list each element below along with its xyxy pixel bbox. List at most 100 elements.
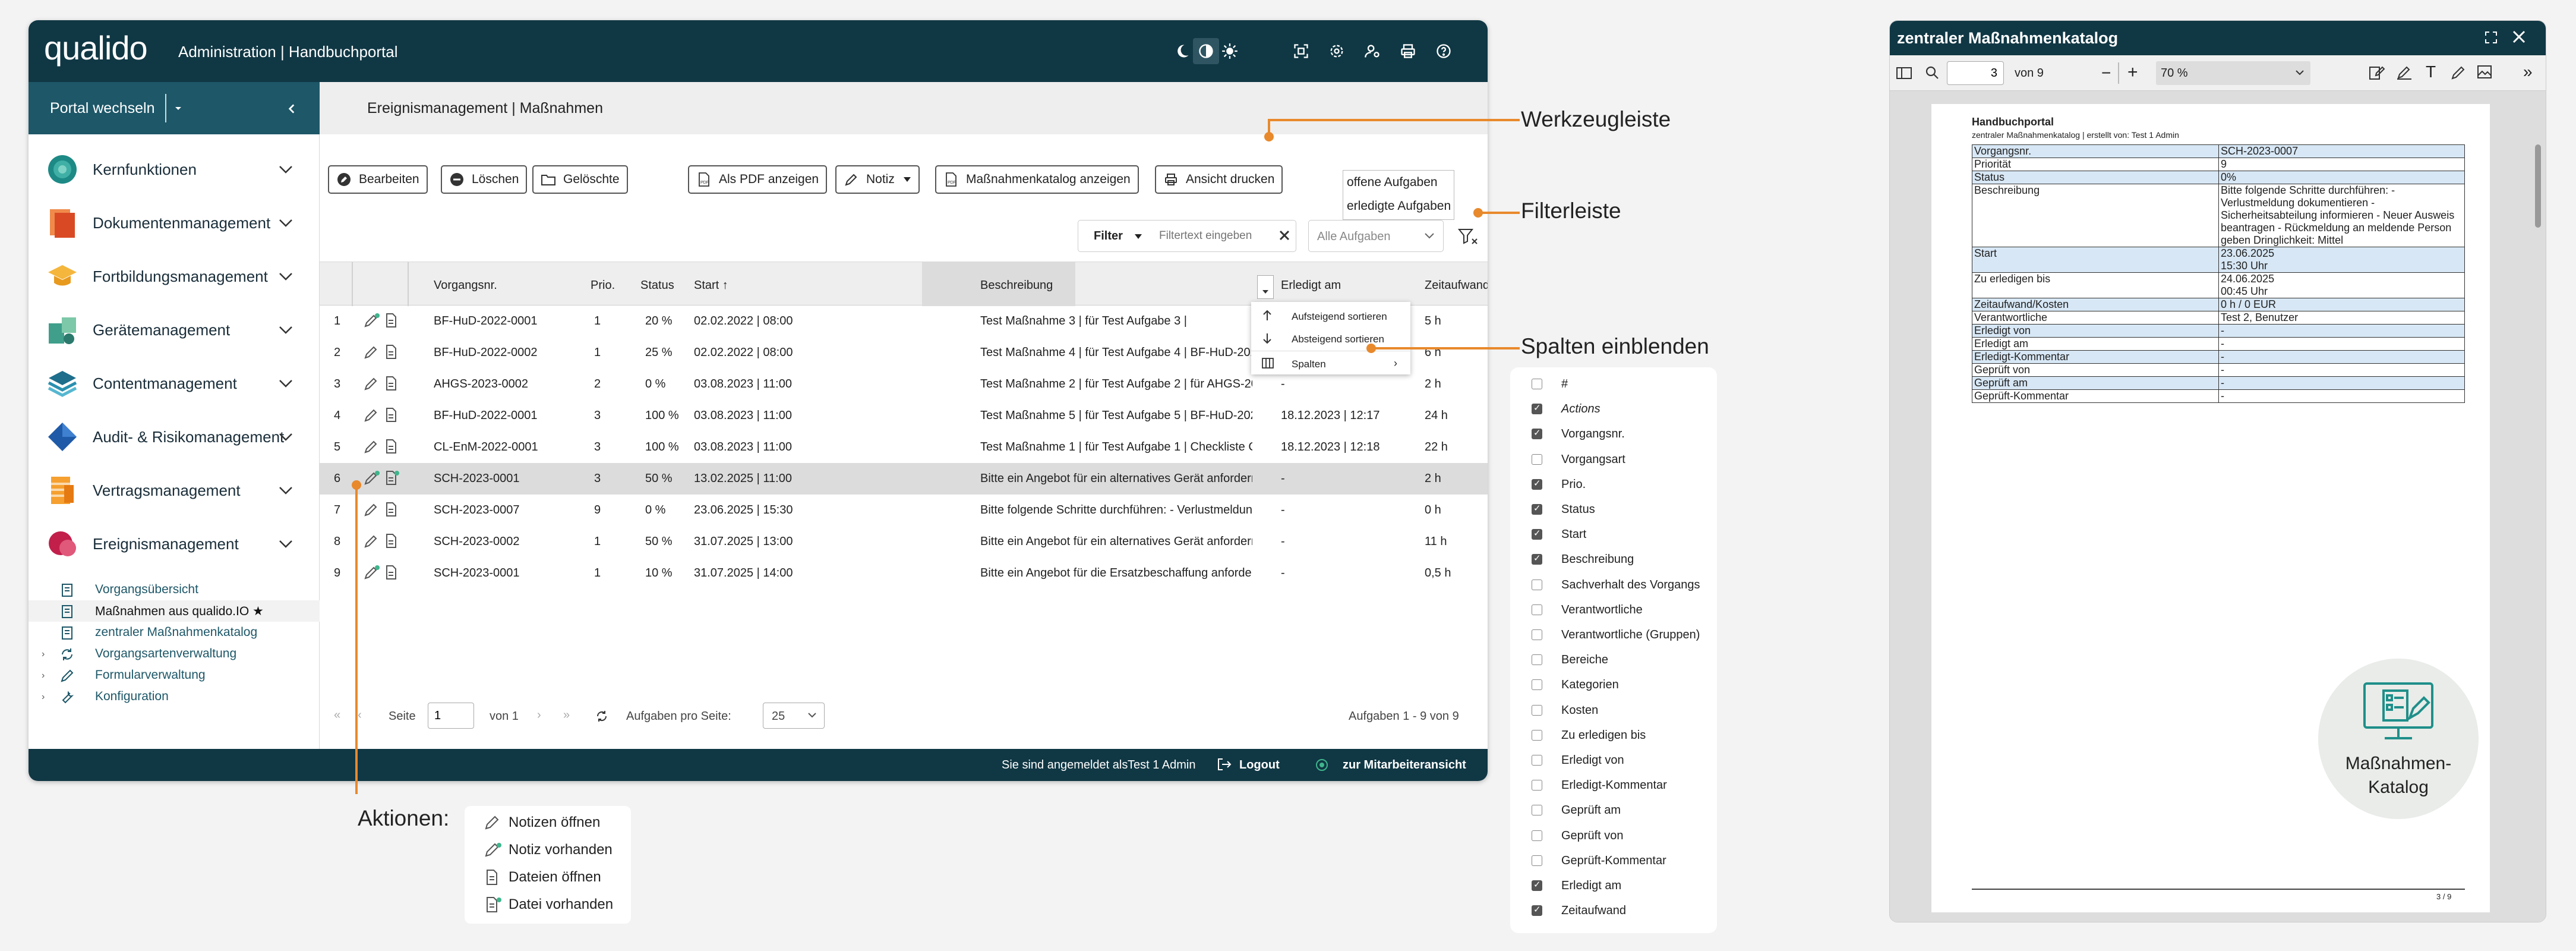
- checkbox[interactable]: [1532, 780, 1542, 791]
- column-toggle[interactable]: Vorgangsart: [1532, 448, 1710, 473]
- column-toggle[interactable]: Geprüft von: [1532, 824, 1710, 849]
- checkbox[interactable]: [1532, 579, 1542, 590]
- column-toggle[interactable]: #: [1532, 372, 1710, 397]
- subnav-zentraler-massnahmenkatalog[interactable]: zentraler Maßnahmenkatalog: [29, 622, 320, 643]
- column-menu-button[interactable]: [1257, 275, 1274, 299]
- sidebar-toggle-icon[interactable]: [1896, 66, 1912, 80]
- first-page-icon[interactable]: «: [334, 708, 340, 722]
- filter-icon[interactable]: [1458, 227, 1478, 246]
- logout-link[interactable]: Logout: [1239, 758, 1280, 772]
- checkbox[interactable]: [1532, 402, 1542, 415]
- checkbox[interactable]: [1532, 454, 1542, 465]
- close-icon[interactable]: [2511, 29, 2527, 45]
- status-list[interactable]: offene Aufgaben erledigte Aufgaben: [1343, 170, 1454, 220]
- table-row[interactable]: 8 SCH-2023-0002 1 50 % 31.07.2025 | 13:00 Bit…: [320, 526, 1488, 558]
- file-icon[interactable]: [384, 565, 400, 580]
- chevron-down-icon[interactable]: [278, 485, 293, 496]
- zoom-select[interactable]: 70 %: [2156, 61, 2310, 85]
- deleted-button[interactable]: Gelöschte: [532, 165, 628, 194]
- caret-down-icon[interactable]: [1134, 234, 1142, 240]
- sun-icon[interactable]: [1217, 38, 1243, 64]
- chevron-right-icon[interactable]: ›: [42, 692, 45, 703]
- show-pdf-button[interactable]: PDF Als PDF anzeigen: [688, 165, 828, 194]
- table-row[interactable]: 5 CL-EnM-2022-0001 3 100 % 03.08.2023 | 11:0…: [320, 432, 1488, 463]
- logout-icon[interactable]: [1217, 757, 1232, 771]
- column-toggle[interactable]: Prio.: [1532, 473, 1710, 497]
- col-header-zeitaufwand[interactable]: Zeitaufwand: [1425, 279, 1488, 292]
- subnav-vorgangsuebersicht[interactable]: Vorgangsübersicht: [29, 579, 320, 600]
- column-toggle[interactable]: Verantwortliche: [1532, 598, 1710, 623]
- chevron-down-icon[interactable]: [278, 218, 293, 228]
- column-toggle[interactable]: Erledigt-Kommentar: [1532, 773, 1710, 798]
- scan-icon[interactable]: [1288, 38, 1314, 64]
- file-icon[interactable]: [384, 344, 400, 360]
- checkbox[interactable]: [1532, 904, 1542, 917]
- chevron-down-icon[interactable]: [278, 325, 293, 335]
- file-icon[interactable]: [384, 439, 400, 454]
- checkbox[interactable]: [1532, 704, 1542, 716]
- text-tool-icon[interactable]: T: [2426, 62, 2436, 81]
- file-icon[interactable]: [384, 313, 400, 328]
- scrollbar-thumb[interactable]: [2535, 144, 2541, 228]
- zoom-in-icon[interactable]: +: [2127, 62, 2138, 83]
- menu-item-columns[interactable]: Spalten ›: [1251, 352, 1410, 374]
- col-header-vorgangsnr[interactable]: Vorgangsnr.: [434, 279, 497, 292]
- clear-filter-icon[interactable]: [1278, 229, 1291, 242]
- sidebar-item-ereignismanagement[interactable]: Ereignismanagement: [29, 517, 320, 571]
- chevron-down-icon[interactable]: [278, 164, 293, 175]
- pencil-icon[interactable]: [364, 376, 380, 391]
- col-header-beschreibung[interactable]: Beschreibung: [980, 279, 1053, 292]
- page-input[interactable]: [428, 703, 474, 729]
- sidebar-item-geraetemanagement[interactable]: Gerätemanagement: [29, 303, 320, 357]
- sidebar-item-dokumentenmanagement[interactable]: Dokumentenmanagement: [29, 196, 320, 250]
- maximize-icon[interactable]: [2484, 30, 2498, 45]
- checkbox[interactable]: [1532, 729, 1542, 741]
- gear-icon[interactable]: [1324, 38, 1350, 64]
- checkbox[interactable]: [1532, 855, 1542, 866]
- contrast-icon[interactable]: [1193, 38, 1219, 64]
- task-scope-select[interactable]: Alle Aufgaben: [1308, 220, 1444, 252]
- subnav-vorgangsartenverwaltung[interactable]: › Vorgangsartenverwaltung: [29, 643, 320, 665]
- note-button[interactable]: Notiz: [835, 165, 920, 194]
- menu-item-sort-asc[interactable]: Aufsteigend sortieren: [1251, 304, 1410, 327]
- pencil-icon[interactable]: [364, 502, 380, 517]
- image-icon[interactable]: [2477, 65, 2492, 79]
- print-view-button[interactable]: Ansicht drucken: [1155, 165, 1283, 194]
- col-header-start[interactable]: Start ↑: [694, 279, 728, 292]
- checkbox[interactable]: [1532, 503, 1542, 515]
- sidebar-item-vertragsmanagement[interactable]: Vertragsmanagement: [29, 464, 320, 517]
- status-option-open[interactable]: offene Aufgaben: [1343, 171, 1454, 194]
- checkbox[interactable]: [1532, 427, 1542, 440]
- file-icon[interactable]: [384, 533, 400, 549]
- column-toggle[interactable]: Zu erledigen bis: [1532, 723, 1710, 748]
- checkbox[interactable]: [1532, 478, 1542, 490]
- checkbox[interactable]: [1532, 805, 1542, 816]
- checkbox[interactable]: [1532, 679, 1542, 691]
- table-row[interactable]: 9 SCH-2023-0001 1 10 % 31.07.2025 | 14:00 Bit…: [320, 558, 1488, 589]
- pencil-note-icon[interactable]: [364, 470, 380, 486]
- sidebar-item-audit-risikomanagement[interactable]: Audit- & Risikomanagement: [29, 410, 320, 464]
- draw-icon[interactable]: [2451, 65, 2466, 80]
- checkbox[interactable]: [1532, 604, 1542, 615]
- file-icon[interactable]: [384, 502, 400, 517]
- checkbox[interactable]: [1532, 379, 1542, 389]
- column-toggle[interactable]: Vorgangsnr.: [1532, 422, 1710, 447]
- next-page-icon[interactable]: ›: [537, 708, 541, 722]
- column-toggle[interactable]: Erledigt am: [1532, 874, 1710, 899]
- checkbox[interactable]: [1532, 830, 1542, 841]
- portal-switcher[interactable]: Portal wechseln: [29, 82, 320, 134]
- user-settings-icon[interactable]: [1359, 38, 1385, 64]
- column-toggle[interactable]: Actions: [1532, 397, 1710, 422]
- sidebar-item-fortbildungsmanagement[interactable]: Fortbildungsmanagement: [29, 250, 320, 303]
- file-icon[interactable]: [384, 376, 400, 391]
- annotate-icon[interactable]: [2369, 65, 2385, 80]
- pencil-icon[interactable]: [364, 407, 380, 423]
- column-toggle[interactable]: Verantwortliche (Gruppen): [1532, 623, 1710, 648]
- checkbox[interactable]: [1532, 528, 1542, 540]
- file-icon[interactable]: [384, 407, 400, 423]
- chevron-right-icon[interactable]: ›: [42, 670, 45, 681]
- search-icon[interactable]: [1924, 65, 1940, 80]
- pencil-note-icon[interactable]: [364, 313, 380, 328]
- table-row[interactable]: 7 SCH-2023-0007 9 0 % 23.06.2025 | 15:30 Bitt…: [320, 495, 1488, 526]
- table-row[interactable]: 6 SCH-2023-0001 3 50 % 13.02.2025 | 11:00 Bit…: [320, 463, 1488, 495]
